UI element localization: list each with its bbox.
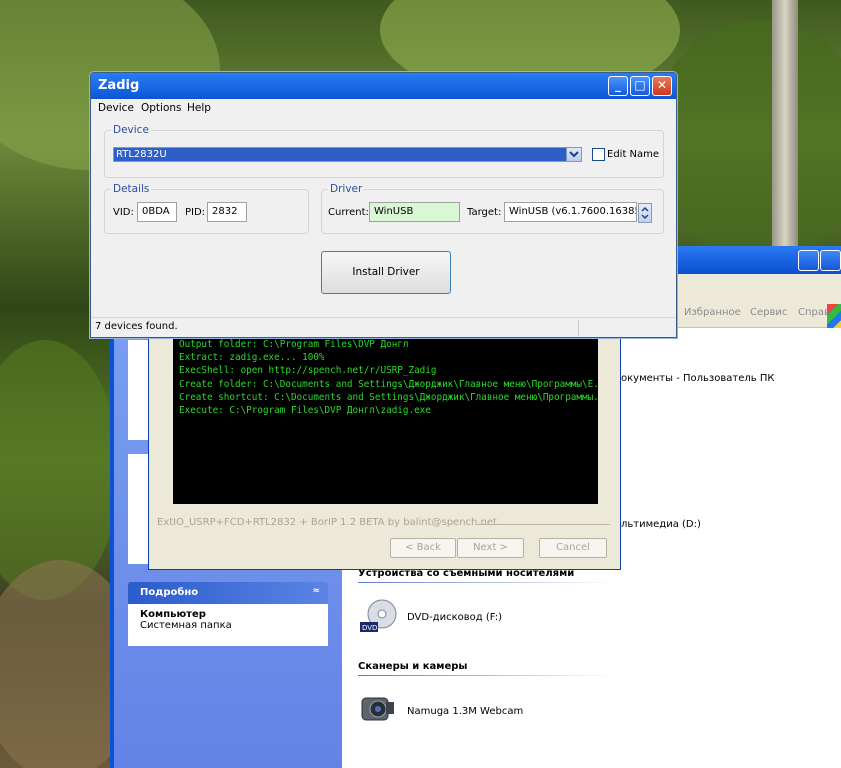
explorer-minimize-button[interactable]	[798, 250, 819, 271]
log-line: Extract: zadig.exe... 100%	[179, 352, 325, 364]
maximize-icon: □	[634, 78, 646, 92]
edit-name-checkbox[interactable]	[592, 148, 605, 161]
zadig-menu-bar: Device Options Help	[91, 99, 676, 119]
status-text: 7 devices found.	[95, 321, 178, 332]
section-divider	[358, 582, 613, 583]
current-driver-label: Current:	[328, 207, 369, 218]
log-line: Execute: C:\Program Files\DVP Донгл\zadi…	[179, 405, 431, 417]
webcam-icon[interactable]	[358, 688, 398, 728]
details-panel-header[interactable]: Подробно ≈	[128, 582, 328, 604]
pid-label: PID:	[185, 207, 206, 218]
next-button[interactable]: Next >	[457, 538, 524, 558]
scanners-section-title: Сканеры и камеры	[358, 661, 468, 672]
chevron-down-icon[interactable]	[566, 147, 582, 162]
log-line: Create folder: C:\Documents and Settings…	[179, 378, 598, 390]
target-spinner[interactable]	[638, 203, 652, 223]
install-log-console: Output folder: C:\Program Files\DVP Донг…	[173, 337, 598, 504]
vid-label: VID:	[113, 207, 134, 218]
menu-service[interactable]: Сервис	[750, 307, 787, 318]
driver-group-label: Driver	[328, 183, 365, 195]
log-line: Create shortcut: C:\Documents and Settin…	[179, 391, 598, 403]
dvd-drive-label[interactable]: DVD-дисковод (F:)	[407, 612, 502, 623]
maximize-button[interactable]: □	[630, 76, 650, 96]
minimize-button[interactable]: _	[608, 76, 628, 96]
explorer-maximize-button[interactable]	[820, 250, 841, 271]
collapse-chevron-icon[interactable]: ≈	[312, 586, 320, 596]
windows-logo-icon	[827, 304, 841, 328]
minimize-icon: _	[615, 78, 621, 92]
details-desc: Системная папка	[140, 620, 232, 631]
edit-name-label: Edit Name	[607, 149, 660, 160]
section-divider	[358, 675, 613, 676]
vid-field[interactable]: 0BDA	[137, 202, 177, 222]
pid-field[interactable]: 2832	[207, 202, 247, 222]
close-button[interactable]: ✕	[652, 76, 672, 96]
back-button[interactable]: < Back	[390, 538, 456, 558]
zadig-title-bar[interactable]: Zadig _ □ ✕	[91, 73, 676, 99]
status-divider	[578, 320, 579, 336]
installer-divider	[477, 524, 610, 525]
log-line: ExecShell: open http://spench.net/r/USRP…	[179, 365, 437, 377]
webcam-label[interactable]: Namuga 1.3M Webcam	[407, 706, 523, 717]
target-driver-label: Target:	[467, 207, 502, 218]
zadig-window: Zadig _ □ ✕ Device Options Help Device R…	[90, 72, 677, 338]
menu-device[interactable]: Device	[98, 102, 134, 114]
install-driver-button[interactable]: Install Driver	[321, 251, 451, 294]
multimedia-partial-label[interactable]: льтимедиа (D:)	[621, 519, 701, 530]
zadig-status-bar: 7 devices found.	[91, 317, 676, 337]
zadig-title: Zadig	[98, 78, 140, 93]
close-icon: ✕	[656, 78, 668, 92]
target-driver-field[interactable]: WinUSB (v6.1.7600.16385)	[504, 202, 637, 222]
menu-favorites[interactable]: Избранное	[684, 307, 741, 318]
documents-partial-label[interactable]: окументы - Пользователь ПК	[621, 373, 774, 384]
details-group-label: Details	[111, 183, 152, 195]
current-driver-field: WinUSB	[369, 202, 460, 222]
dvd-drive-icon[interactable]: DVD	[358, 596, 398, 636]
log-line: Output folder: C:\Program Files\DVP Донг…	[179, 339, 409, 350]
details-panel-body: Компьютер Системная папка	[128, 604, 328, 646]
installer-window: Output folder: C:\Program Files\DVP Донг…	[148, 336, 621, 570]
device-select[interactable]: RTL2832U	[113, 147, 582, 162]
menu-options[interactable]: Options	[141, 102, 182, 114]
installer-brand-text: ExtIO_USRP+FCD+RTL2832 + BorIP 1.2 BETA …	[157, 517, 497, 528]
cancel-button[interactable]: Cancel	[539, 538, 607, 558]
details-header-label: Подробно	[140, 587, 199, 598]
device-group-label: Device	[111, 124, 151, 136]
details-name: Компьютер	[140, 609, 206, 620]
svg-text:DVD: DVD	[362, 624, 377, 632]
menu-help[interactable]: Help	[187, 102, 211, 114]
